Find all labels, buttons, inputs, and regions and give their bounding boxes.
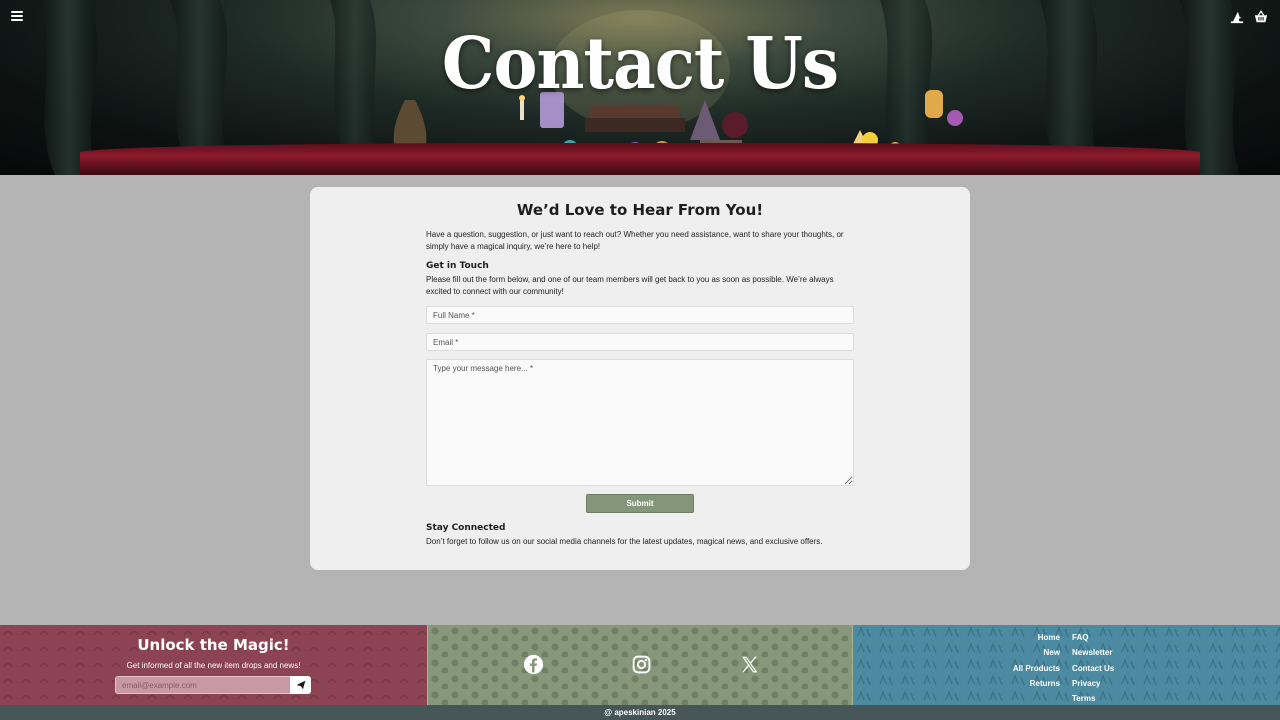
stay-connected-text: Don’t forget to follow us on our social … bbox=[426, 537, 823, 546]
newsletter-title: Unlock the Magic! bbox=[137, 636, 290, 654]
newsletter-section: Unlock the Magic! Get informed of all th… bbox=[0, 625, 427, 705]
table-surface bbox=[80, 143, 1200, 175]
footer-link-new[interactable]: New bbox=[1013, 645, 1060, 660]
footer-link-faq[interactable]: FAQ bbox=[1072, 630, 1114, 645]
facebook-icon[interactable] bbox=[523, 654, 544, 675]
submit-button[interactable]: Submit bbox=[586, 494, 694, 513]
get-in-touch-heading: Get in Touch bbox=[426, 261, 489, 271]
wizard-hat-icon[interactable] bbox=[1230, 10, 1244, 24]
background-pattern bbox=[853, 625, 1280, 705]
instagram-icon[interactable] bbox=[631, 654, 652, 675]
newsletter-submit-button[interactable] bbox=[290, 676, 311, 694]
email-input[interactable] bbox=[426, 333, 854, 351]
paper-plane-icon bbox=[296, 680, 305, 690]
footer-link-newsletter[interactable]: Newsletter bbox=[1072, 645, 1114, 660]
footer-links-left: Home New All Products Returns bbox=[1013, 630, 1060, 691]
footer-link-terms[interactable]: Terms bbox=[1072, 691, 1114, 705]
hamburger-menu-icon[interactable] bbox=[11, 11, 23, 23]
footer-link-home[interactable]: Home bbox=[1013, 630, 1060, 645]
newsletter-subtitle: Get informed of all the new item drops a… bbox=[126, 661, 301, 670]
footer-link-all-products[interactable]: All Products bbox=[1013, 661, 1060, 676]
get-in-touch-text: Please fill out the form below, and one … bbox=[426, 275, 834, 296]
contact-card: We’d Love to Hear From You! Have a quest… bbox=[310, 187, 970, 570]
newsletter-email-input[interactable] bbox=[115, 676, 290, 694]
message-textarea[interactable] bbox=[426, 359, 854, 486]
social-section bbox=[427, 625, 853, 705]
footer: Unlock the Magic! Get informed of all th… bbox=[0, 625, 1280, 705]
footer-links-right: FAQ Newsletter Contact Us Privacy Terms bbox=[1072, 630, 1114, 705]
stay-connected-heading: Stay Connected bbox=[426, 523, 506, 533]
full-name-input[interactable] bbox=[426, 306, 854, 324]
footer-link-contact-us[interactable]: Contact Us bbox=[1072, 661, 1114, 676]
footer-link-returns[interactable]: Returns bbox=[1013, 676, 1060, 691]
newsletter-form bbox=[115, 676, 311, 694]
hero-banner: Contact Us bbox=[0, 0, 1280, 175]
shopping-basket-icon[interactable] bbox=[1254, 10, 1268, 24]
card-heading: We’d Love to Hear From You! bbox=[516, 201, 764, 219]
footer-link-privacy[interactable]: Privacy bbox=[1072, 676, 1114, 691]
page-title: Contact Us bbox=[441, 20, 839, 106]
x-icon[interactable] bbox=[739, 654, 760, 675]
copyright-bar: @ apeskinian 2025 bbox=[0, 705, 1280, 720]
links-section: Home New All Products Returns FAQ Newsle… bbox=[853, 625, 1280, 705]
intro-text: Have a question, suggestion, or just wan… bbox=[426, 230, 844, 251]
